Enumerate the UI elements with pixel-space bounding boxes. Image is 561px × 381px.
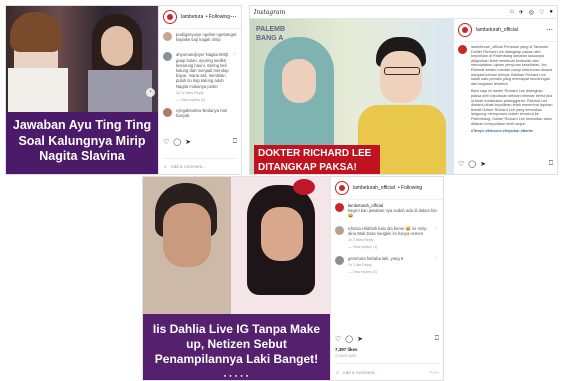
comment: rdnzaa Hilahlah kalo dia bener 😂 ini mir… — [331, 219, 443, 242]
account-avatar[interactable] — [458, 23, 472, 37]
comment: cyngabsulmw Bedanya hari banyak — [159, 102, 241, 118]
post-2-caption: DOKTER RICHARD LEE DITANGKAP PAKSA! — [254, 145, 380, 174]
comment-text: pudiigasyuiye ngebet ngebanget kaylake t… — [176, 32, 237, 43]
share-icon[interactable]: ➤ — [185, 138, 191, 146]
comment-icon[interactable]: ◯ — [173, 138, 181, 146]
emoji-icon[interactable]: ☺ — [335, 370, 340, 375]
comment-icon[interactable]: ◯ — [345, 335, 353, 343]
person-right-glasses — [384, 67, 420, 75]
caption-block: lambeturah_official Begini kan jawaban n… — [331, 200, 443, 219]
post-3-sidebar: lambeturah_official • Following lambetur… — [330, 177, 443, 380]
add-comment-bar: ☺ Add a comment... — [163, 158, 237, 173]
bookmark-icon[interactable]: ⎕ — [549, 160, 553, 168]
post-1: › Jawaban Ayu Ting Ting Soal Kalungnya M… — [5, 5, 242, 175]
carousel-next-icon[interactable]: › — [146, 88, 155, 97]
view-replies-link[interactable]: — View replies (2) — [348, 270, 443, 274]
caption-avatar[interactable] — [335, 203, 344, 212]
post-1-sidebar: lambeturah_official • Following ⋯ pudiig… — [158, 6, 241, 174]
post-1-actions: ♡ ◯ ➤ ⎕ — [163, 138, 237, 146]
post-3-image[interactable]: Iis Dahlia Live IG Tanpa Make up, Netize… — [143, 177, 330, 380]
post-comment-button[interactable]: Post — [429, 370, 439, 375]
like-icon[interactable]: ♡ — [335, 335, 341, 343]
share-icon[interactable]: ➤ — [357, 335, 363, 343]
likes-count[interactable]: 7,397 likes — [335, 347, 358, 352]
profile-avatar-icon[interactable]: ● — [549, 9, 553, 16]
comment-icon[interactable]: ◯ — [468, 160, 476, 168]
post-1-header: lambeturah_official • Following ⋯ — [159, 6, 241, 29]
bookmark-icon[interactable]: ⎕ — [233, 138, 237, 146]
post-date: 2 DAYS AGO — [335, 354, 357, 358]
following-button[interactable]: • Following — [206, 14, 230, 20]
like-comment-icon[interactable]: ♡ — [435, 256, 439, 267]
bookmark-icon[interactable]: ⎕ — [435, 335, 439, 343]
person-right-dress — [88, 70, 152, 114]
post-3-actions: ♡ ◯ ➤ ⎕ — [335, 335, 439, 343]
comment-text: cyngabsulmw Bedanya hari banyak — [176, 107, 228, 119]
post-1-caption: Jawaban Ayu Ting Ting Soal Kalungnya Mir… — [6, 112, 158, 174]
commenter-avatar[interactable] — [163, 107, 172, 117]
comment: ahyumandjoyer Nagita 500jt gaap bulan, a… — [159, 42, 241, 95]
comment-meta[interactable]: 1h 1 like Reply — [348, 263, 433, 267]
instagram-logo[interactable]: Instagram — [254, 9, 285, 16]
post-1-image[interactable]: › Jawaban Ayu Ting Ting Soal Kalungnya M… — [6, 6, 158, 174]
commenter-avatar[interactable] — [163, 32, 172, 41]
commenter-avatar[interactable] — [335, 256, 344, 266]
post-3: Iis Dahlia Live IG Tanpa Make up, Netize… — [142, 176, 444, 381]
post-2-sidebar: lambeturah_official ⋯ lambeturah_officia… — [453, 19, 557, 174]
caption-text-2: Baru saja ini dokter Richard Lee ditangk… — [471, 89, 553, 126]
comment-text: gemmara hahaha laki, yang 9 — [348, 256, 404, 262]
caption-block: lambeturah_official Penahan yang di Taha… — [454, 42, 557, 134]
carousel-dots: ● ● ● ● ● — [223, 373, 250, 378]
account-username[interactable]: lambeturah_official — [353, 185, 395, 191]
home-icon[interactable]: ⌂ — [510, 9, 514, 16]
instagram-topbar: Instagram ⌂ ✈ ◎ ♡ ● — [250, 6, 557, 19]
explore-icon[interactable]: ◎ — [529, 9, 534, 16]
like-icon[interactable]: ♡ — [163, 138, 169, 146]
share-icon[interactable]: ➤ — [480, 160, 486, 168]
post-2: Instagram ⌂ ✈ ◎ ♡ ● PALEMB BANG A DOKTER… — [249, 5, 558, 175]
rose-decoration — [293, 179, 315, 195]
person-left-shirt — [8, 68, 68, 112]
caption-text: lambeturah_official Penahan yang di Taha… — [471, 45, 553, 86]
comment-text: ahyumandjoyer Nagita 500jt gaap bulan, a… — [176, 52, 229, 89]
person-right-face — [261, 207, 303, 261]
account-username[interactable]: lambeturah_official — [476, 27, 518, 33]
comment-meta[interactable]: 2d 12 likes Reply — [176, 91, 231, 95]
commenter-avatar[interactable] — [163, 52, 172, 62]
commenter-avatar[interactable] — [335, 225, 344, 235]
comment: gemmara hahaha laki, yang 9 1h 1 like Re… — [331, 249, 443, 267]
like-comment-icon[interactable]: ♡ — [233, 52, 237, 94]
person-right-face — [380, 51, 422, 103]
person-left-hair — [10, 12, 62, 52]
comment-text: rdnzaa Hilahlah kalo dia bener 😂 ini mir… — [348, 225, 427, 236]
person-right-face — [101, 26, 133, 66]
like-icon[interactable]: ♡ — [458, 160, 464, 168]
direct-icon[interactable]: ✈ — [519, 9, 524, 16]
comment: pudiigasyuiye ngebet ngebanget kaylake t… — [159, 29, 241, 42]
post-2-header: lambeturah_official ⋯ — [454, 19, 557, 42]
post-3-header: lambeturah_official • Following — [331, 177, 443, 200]
post-3-caption: Iis Dahlia Live IG Tanpa Make up, Netize… — [143, 314, 330, 380]
caption-avatar[interactable] — [458, 45, 467, 54]
account-avatar[interactable] — [163, 10, 177, 24]
caption-text: Begini kan jawaban nya sudah ada di dala… — [348, 208, 437, 219]
caption-hashtags[interactable]: #Tempo #Menurut #Kejadian #Berita — [471, 129, 553, 134]
account-username[interactable]: lambeturah_official — [181, 14, 203, 20]
add-comment-input[interactable]: Add a comment... — [171, 164, 206, 169]
post-2-image[interactable]: PALEMB BANG A DOKTER RICHARD LEE DITANGK… — [250, 19, 453, 174]
following-button[interactable]: • Following — [398, 185, 422, 191]
more-options-icon[interactable]: ⋯ — [230, 13, 237, 21]
emoji-icon[interactable]: ☺ — [163, 164, 168, 169]
more-options-icon[interactable]: ⋯ — [546, 26, 553, 34]
person-left-face — [163, 203, 211, 267]
post-2-actions: ♡ ◯ ➤ ⎕ — [458, 160, 553, 168]
add-comment-input[interactable]: Add a comment... — [343, 370, 378, 375]
add-comment-bar: ☺ Add a comment... Post — [335, 363, 439, 380]
comment-meta[interactable]: 1h 2 likes Reply — [348, 238, 433, 242]
account-avatar[interactable] — [335, 181, 349, 195]
like-comment-icon[interactable]: ♡ — [435, 226, 439, 242]
heart-icon[interactable]: ♡ — [539, 9, 544, 16]
person-left-face — [282, 59, 316, 103]
